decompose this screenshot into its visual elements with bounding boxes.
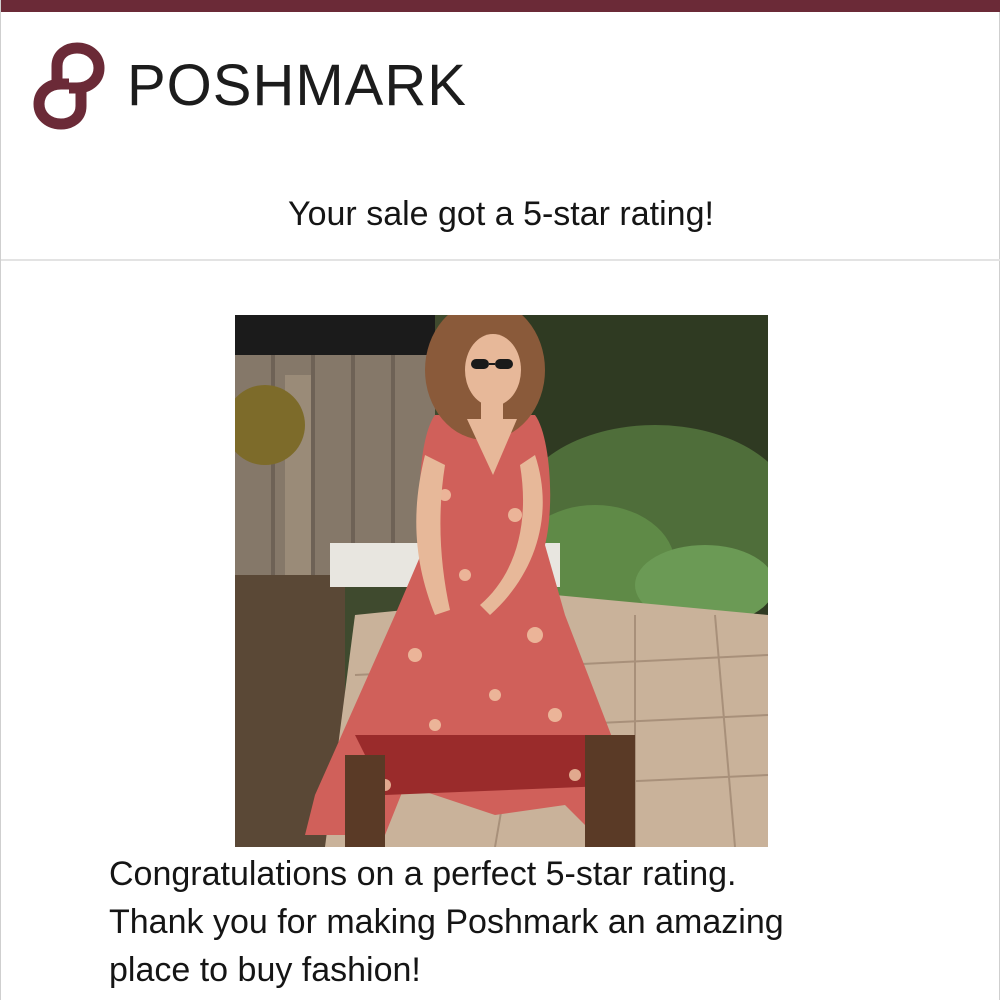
message-line: Congratulations on a perfect 5-star rati… [109,855,737,893]
product-photo-illustration [235,315,768,847]
poshmark-logo-icon [33,42,105,130]
product-photo[interactable] [235,315,768,847]
top-accent-bar [1,0,1000,12]
email-headline: Your sale got a 5-star rating! [288,195,714,233]
brand-logo[interactable]: POSHMARK [29,42,467,130]
message-line: Thank you for making Poshmark an amazing [109,903,784,941]
header-divider [1,259,1000,261]
brand-name: POSHMARK [127,53,467,118]
email-page: POSHMARK Your sale got a 5-star rating! [0,0,1000,1000]
congratulations-message: Congratulations on a perfect 5-star rati… [109,850,969,994]
message-line: place to buy fashion! [109,951,421,989]
email-header: POSHMARK Your sale got a 5-star rating! [1,12,1000,260]
